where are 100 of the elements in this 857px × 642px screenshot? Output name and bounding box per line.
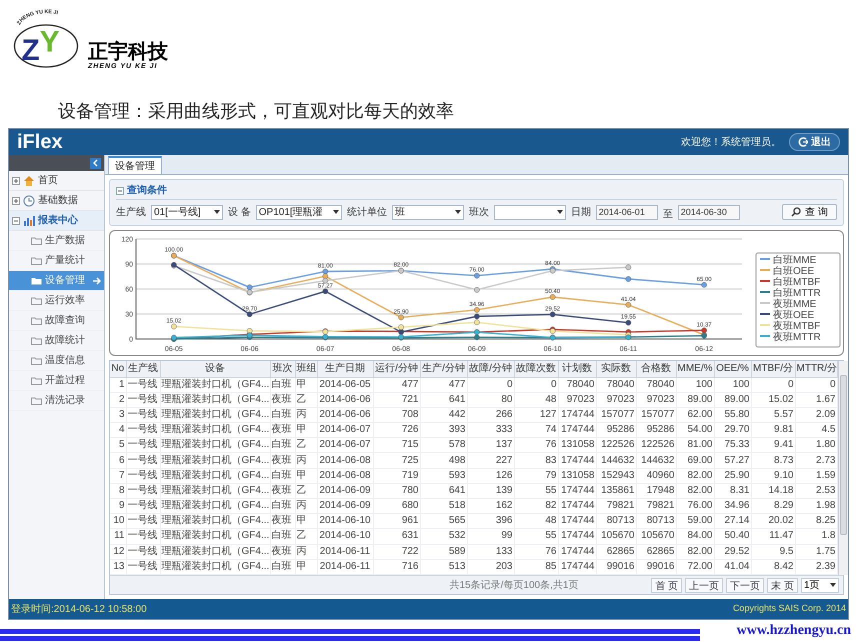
sidebar-item[interactable]: 故障查询 <box>9 311 104 331</box>
table-cell: 174744 <box>558 422 596 438</box>
column-header[interactable]: No <box>110 361 126 377</box>
pager-button[interactable]: 末 页 <box>767 578 798 592</box>
pager-button[interactable]: 首 页 <box>651 578 682 592</box>
pager-button[interactable]: 上一页 <box>685 578 724 592</box>
dropdown[interactable]: OP101[理瓶灌 <box>256 204 342 220</box>
sidebar-item[interactable]: 开盖过程 <box>9 371 104 391</box>
column-header[interactable]: 班次 <box>270 361 295 377</box>
table-cell: 4 <box>110 422 126 438</box>
table-cell: 80 <box>467 392 514 408</box>
sidebar-item[interactable]: 报表中心 <box>9 211 104 231</box>
table-cell: 9.41 <box>751 438 795 453</box>
table-cell: 0 <box>751 377 795 392</box>
date-field[interactable]: 2014-06-30 <box>678 204 740 220</box>
column-header[interactable]: 实际数 <box>596 361 636 377</box>
column-header[interactable]: MTTR/分 <box>795 361 837 377</box>
table-cell: 532 <box>420 528 467 544</box>
column-header[interactable]: 运行/分钟 <box>373 361 420 377</box>
table-cell: 79821 <box>596 498 636 514</box>
table-cell: 477 <box>373 377 420 392</box>
sidebar-item[interactable]: 首页 <box>9 171 104 191</box>
folder-icon <box>31 376 42 385</box>
table-cell: 593 <box>420 468 467 484</box>
field-label: 至 <box>662 208 673 222</box>
table-cell: 144632 <box>636 452 676 468</box>
table-cell: 夜班 <box>270 422 295 438</box>
dropdown[interactable] <box>494 204 566 220</box>
sidebar-item[interactable]: 运行效率 <box>9 291 104 311</box>
table-cell: 理瓶灌装封口机（GF4... <box>160 498 270 514</box>
table-cell: 578 <box>420 438 467 453</box>
table-cell: 135861 <box>596 483 636 498</box>
table-cell: 2014-06-09 <box>317 498 373 514</box>
table-cell: 55.80 <box>714 407 751 423</box>
table-cell: 9.10 <box>751 468 795 484</box>
collapse-button[interactable] <box>90 158 101 168</box>
column-header[interactable]: 生产线 <box>126 361 160 377</box>
table-cell: 2 <box>110 392 126 408</box>
date-field[interactable]: 2014-06-01 <box>596 204 658 220</box>
dropdown[interactable]: 01[一号线] <box>151 204 223 220</box>
table-cell: 1.59 <box>795 468 837 484</box>
column-header[interactable]: MTBF/分 <box>751 361 795 377</box>
table-cell: 721 <box>373 392 420 408</box>
table-cell: 54.00 <box>676 422 714 438</box>
copyright-text: Copyrights SAIS Corp. 2014 <box>732 602 846 616</box>
table-cell: 夜班 <box>270 483 295 498</box>
column-header[interactable]: 班组 <box>295 361 317 377</box>
table-cell: 82 <box>514 498 558 514</box>
table-cell: 乙 <box>295 483 317 498</box>
table-cell: 62865 <box>636 544 676 560</box>
table-cell: 80713 <box>596 514 636 529</box>
table-cell: 理瓶灌装封口机（GF4... <box>160 514 270 529</box>
column-header[interactable]: MME/% <box>676 361 714 377</box>
table-cell: 139 <box>467 483 514 498</box>
logout-icon <box>798 137 808 147</box>
table-cell: 162 <box>467 498 514 514</box>
column-header[interactable]: 故障次数 <box>514 361 558 377</box>
folder-icon <box>31 296 42 305</box>
table-cell: 25.90 <box>714 468 751 484</box>
column-header[interactable]: 生产日期 <box>317 361 373 377</box>
table-cell: 7 <box>110 468 126 484</box>
column-header[interactable]: 设备 <box>160 361 270 377</box>
table-cell: 白班 <box>270 438 295 453</box>
point <box>398 314 404 320</box>
table-cell: 55 <box>514 528 558 544</box>
table-cell: 1.80 <box>795 438 837 453</box>
table-cell: 1.98 <box>795 498 837 514</box>
table-cell: 9 <box>110 498 126 514</box>
table-cell: 78040 <box>558 377 596 392</box>
field-label: 日期 <box>570 206 591 220</box>
scrollbar[interactable] <box>838 361 848 575</box>
column-header[interactable]: 生产/分钟 <box>420 361 467 377</box>
tab[interactable]: 设备管理 <box>108 156 162 174</box>
table-cell: 甲 <box>295 514 317 529</box>
table-cell: 一号线 <box>126 377 160 392</box>
column-header[interactable]: 故障/分钟 <box>467 361 514 377</box>
website-url[interactable]: www.hzzhengyu.cn <box>736 620 857 642</box>
search-button[interactable]: 查 询 <box>782 204 837 220</box>
sidebar-item[interactable]: 故障统计 <box>9 331 104 351</box>
table-cell: 白班 <box>270 407 295 423</box>
column-header[interactable]: 计划数 <box>558 361 596 377</box>
table-cell: 理瓶灌装封口机（GF4... <box>160 377 270 392</box>
logout-button[interactable]: 退出 <box>789 133 840 151</box>
table-cell: 理瓶灌装封口机（GF4... <box>160 544 270 560</box>
app-title: iFlex <box>17 132 63 152</box>
table-cell: 丙 <box>295 544 317 560</box>
table-cell: 0 <box>514 377 558 392</box>
table-cell: 82.00 <box>676 468 714 484</box>
page-dropdown[interactable]: 1页 <box>801 578 839 592</box>
sidebar-item[interactable]: 清洗记录 <box>9 391 104 411</box>
scrollbar-thumb[interactable] <box>840 375 846 535</box>
dropdown[interactable]: 班 <box>392 204 464 220</box>
sidebar-item[interactable]: 温度信息 <box>9 351 104 371</box>
table-cell: 20.02 <box>751 514 795 529</box>
column-header[interactable]: 合格数 <box>636 361 676 377</box>
column-header[interactable]: OEE/% <box>714 361 751 377</box>
pager-button[interactable]: 下一页 <box>726 578 764 592</box>
field-label: 设 备 <box>228 206 251 220</box>
table-cell: 708 <box>373 407 420 423</box>
sidebar-item[interactable]: 生产数据 <box>9 231 104 251</box>
